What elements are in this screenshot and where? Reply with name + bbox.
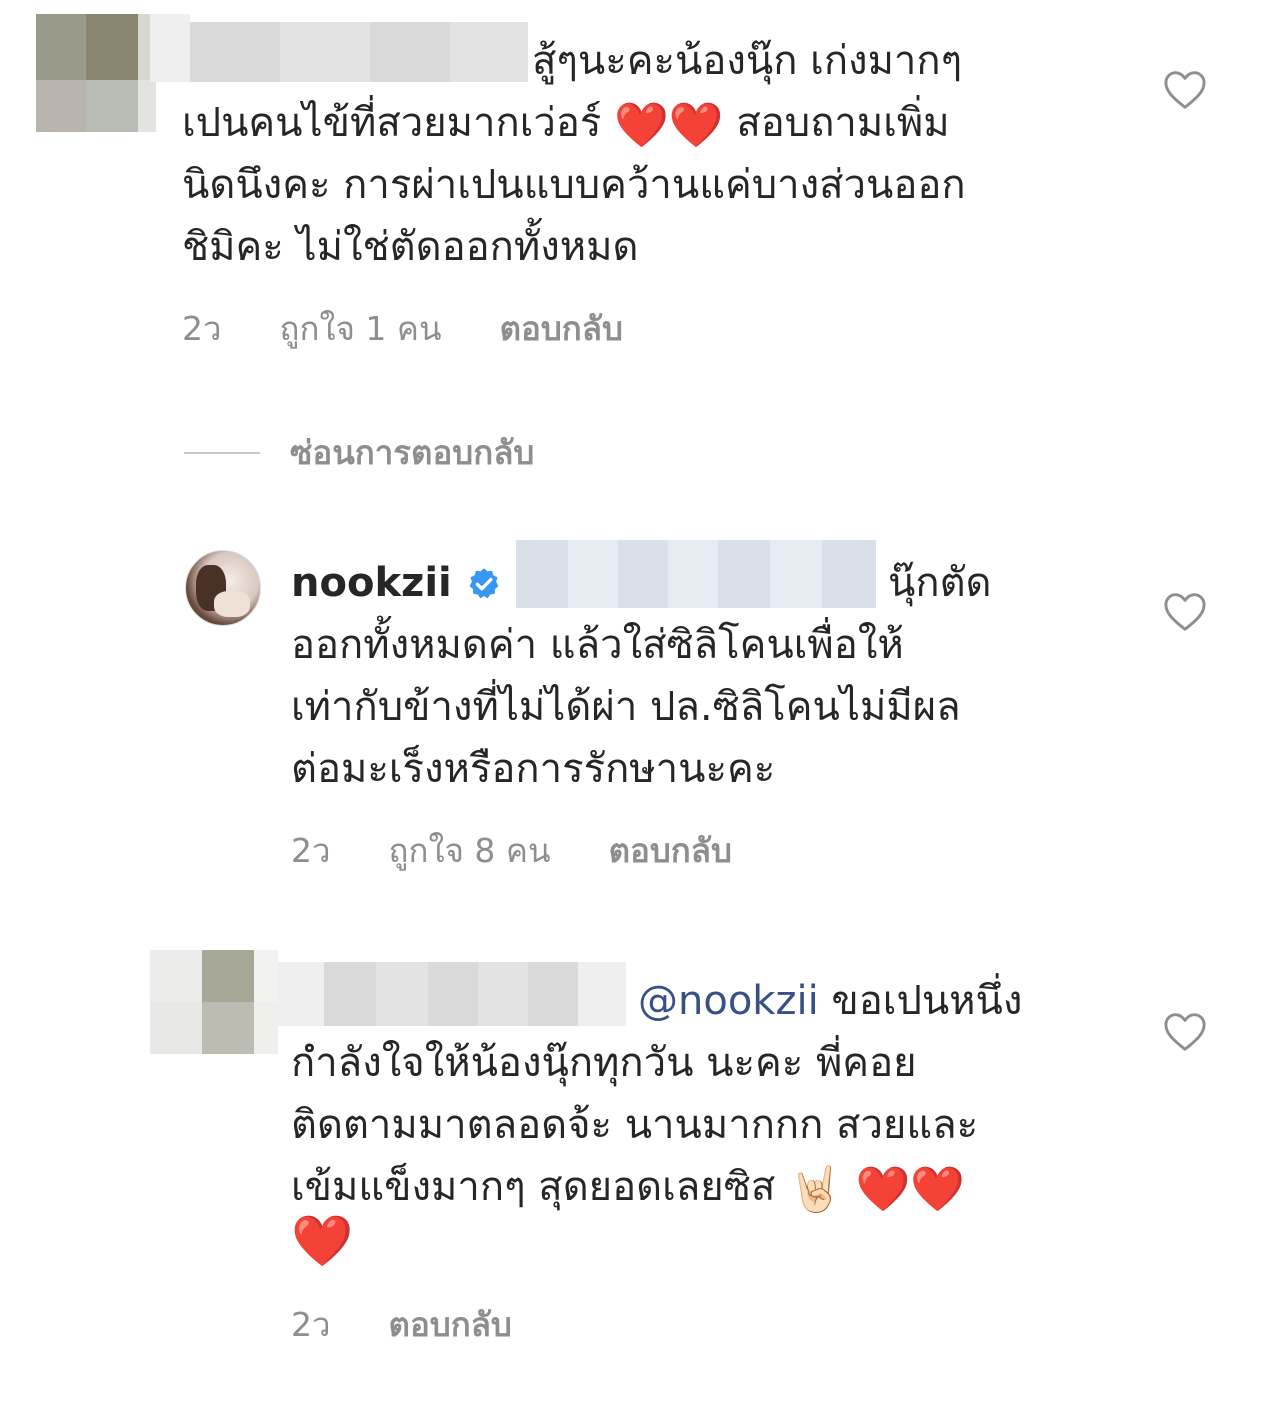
reply-button[interactable]: ตอบกลับ [609,824,732,877]
avatar[interactable] [36,14,156,132]
comment-time: 2ว [182,309,222,348]
likes-count[interactable]: ถูกใจ 8 คน [389,824,551,877]
avatar[interactable] [150,950,278,1054]
hide-replies-label: ซ่อนการตอบกลับ [290,433,535,472]
comment-text-line: เท่ากับข้างที่ไม่ได้ผ่า ปล.ซิลิโคนไม่มีผ… [291,684,961,730]
comment-text-line: สู้ๆนะคะน้องนุ๊ก เก่งมากๆ [532,38,963,84]
comment-text-line: ออกทั้งหมดค่า แล้วใส่ซิลิโคนเพื่อให้ [291,622,904,668]
red-heart-emoji: ❤️ [291,1212,354,1270]
comment-meta: 2ว ตอบกลับ [291,1298,512,1351]
comment-text-segment: สอบถามเพิ่ม [736,100,950,146]
heart-outline-icon[interactable] [1163,592,1207,632]
username-redacted[interactable] [278,962,626,1026]
reply-button[interactable]: ตอบกลับ [500,302,623,355]
username[interactable]: nookzii [291,552,452,614]
comment-meta: 2ว ถูกใจ 8 คน ตอบกลับ [291,824,732,877]
hide-replies-toggle[interactable]: ซ่อนการตอบกลับ [184,426,534,479]
red-heart-emoji: ❤️❤️ [614,100,724,151]
avatar[interactable] [185,550,261,626]
username-redacted[interactable] [150,14,528,82]
comment-text-segment: เปนคนไข้ที่สวยมากเว่อร์ [182,100,602,146]
red-heart-emoji: ❤️❤️ [855,1164,966,1215]
comment-1: สู้ๆนะคะน้องนุ๊ก เก่งมากๆ เปนคนไข้ที่สวย… [0,0,1280,370]
comment-2: nookzii นุ๊กตัด ออกทั้งหมดค่า แล้วใส่ซิล… [0,530,1280,880]
comment-text-line: นุ๊กตัด [888,560,992,606]
mention-redacted[interactable] [516,540,876,608]
comment-time: 2ว [291,831,331,870]
comment-text-line: ชิมิคะ ไม่ใช่ตัดออกทั้งหมด [182,224,639,270]
comment-text-line: กำลังใจให้น้องนุ๊กทุกวัน นะคะ พี่คอย [291,1040,917,1086]
comment-text-segment: เข้มแข็งมากๆ สุดยอดเลยซิส [291,1164,776,1210]
comment-text-line: เข้มแข็งมากๆ สุดยอดเลยซิส 🤘🏻 ❤️❤️ [291,1156,965,1218]
divider [184,451,260,454]
comment-time: 2ว [291,1305,331,1344]
comment-text-line: ต่อมะเร็งหรือการรักษานะคะ [291,746,776,792]
comment-text-line: ❤️ [291,1210,353,1272]
heart-outline-icon[interactable] [1163,1012,1207,1052]
comment-3: @nookzii ขอเปนหนึ่ง กำลังใจให้น้องนุ๊กทุ… [0,940,1280,1380]
comment-text-segment: ขอเปนหนึ่ง [831,978,1023,1024]
reply-button[interactable]: ตอบกลับ [389,1298,512,1351]
comment-meta: 2ว ถูกใจ 1 คน ตอบกลับ [182,302,623,355]
comment-text-line: นิดนึงคะ การผ่าเปนแบบคว้านแค่บางส่วนออก [182,162,966,208]
verified-badge-icon [469,568,499,599]
comment-text-line: @nookzii ขอเปนหนึ่ง [638,970,1022,1032]
comment-text-line: ติดตามมาตลอดจ้ะ นานมากกก สวยและ [291,1102,979,1148]
sign-of-horns-emoji: 🤘🏻 [788,1164,843,1215]
likes-count[interactable]: ถูกใจ 1 คน [280,302,442,355]
comment-text-line: เปนคนไข้ที่สวยมากเว่อร์ ❤️❤️ สอบถามเพิ่ม [182,92,950,154]
heart-outline-icon[interactable] [1163,70,1207,110]
mention-link[interactable]: @nookzii [638,978,819,1024]
